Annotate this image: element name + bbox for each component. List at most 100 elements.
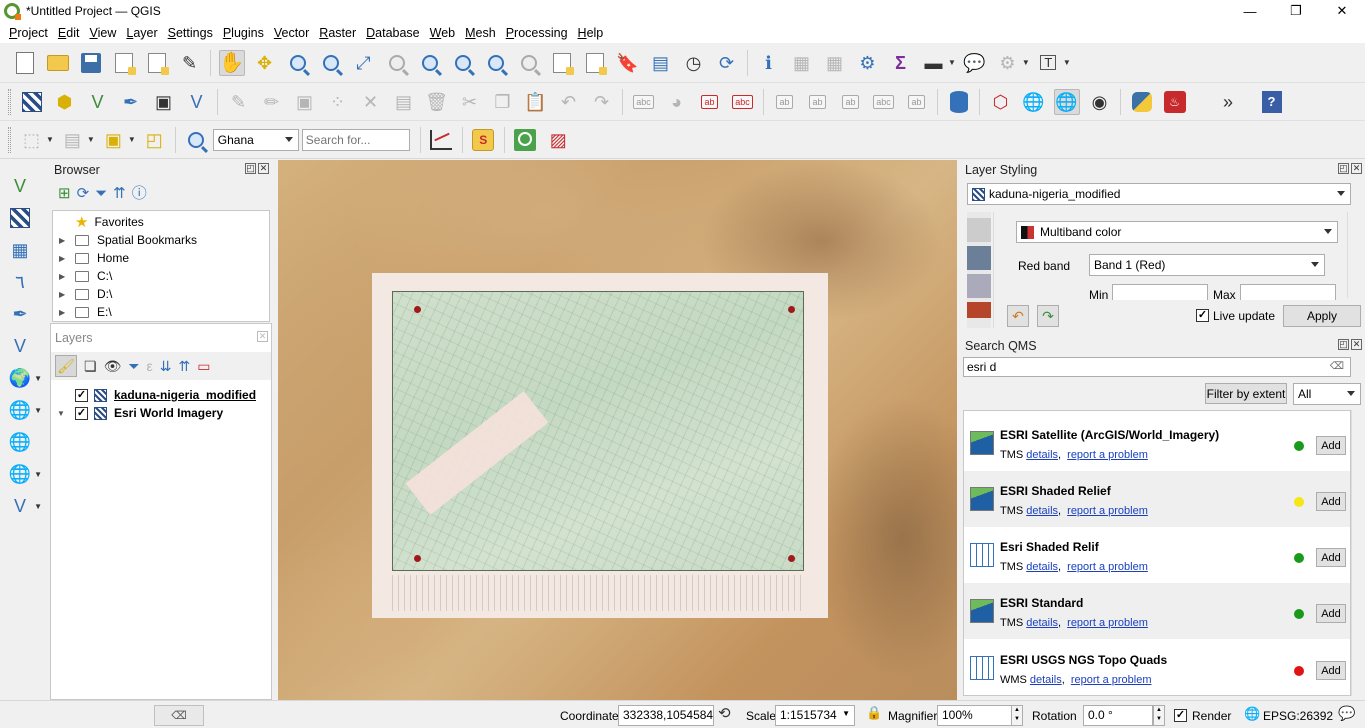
toggle-editing-button[interactable]: ✏ bbox=[259, 89, 285, 115]
clear-search-icon[interactable]: ⌫ bbox=[1330, 361, 1344, 372]
collapse-arrow-icon[interactable]: ▼ bbox=[57, 409, 75, 418]
menu-plugins[interactable]: Plugins bbox=[218, 26, 269, 40]
map-tips-button[interactable]: 💬 bbox=[961, 50, 987, 76]
details-link[interactable]: details bbox=[1026, 449, 1058, 461]
min-input[interactable] bbox=[1112, 284, 1208, 300]
layer-visibility-checkbox[interactable]: ✓ bbox=[75, 406, 88, 420]
open-project-button[interactable] bbox=[45, 50, 71, 76]
report-problem-link[interactable]: report a problem bbox=[1067, 561, 1148, 573]
qms-filter-select[interactable]: All bbox=[1293, 383, 1361, 405]
lock-icon[interactable]: 🔒 bbox=[866, 706, 882, 719]
expand-arrow-icon[interactable]: ▶ bbox=[59, 236, 71, 245]
select-location-button[interactable]: ◰ bbox=[141, 127, 167, 153]
label-layer-button[interactable]: ab bbox=[697, 89, 723, 115]
zoom-out-button[interactable] bbox=[318, 50, 344, 76]
add-raster-layer-button[interactable] bbox=[6, 204, 34, 232]
tab-symbology[interactable] bbox=[967, 218, 991, 242]
add-feature-button[interactable]: ⁘ bbox=[325, 89, 351, 115]
show-bookmarks-button[interactable]: ▤ bbox=[648, 50, 674, 76]
toolbar-grip[interactable] bbox=[8, 126, 11, 153]
save-project-button[interactable] bbox=[78, 50, 104, 76]
close-panel-button[interactable]: ✕ bbox=[257, 331, 268, 342]
save-edits-button[interactable]: ▣ bbox=[292, 89, 318, 115]
cut-features-button[interactable]: ✂ bbox=[457, 89, 483, 115]
eye-icon[interactable]: 👁 bbox=[104, 359, 122, 373]
pan-to-selection-button[interactable]: ✥ bbox=[252, 50, 278, 76]
redo-button[interactable]: ↷ bbox=[589, 89, 615, 115]
expand-arrow-icon[interactable]: ▶ bbox=[59, 308, 71, 317]
deselect-features-button[interactable]: ▣ bbox=[100, 127, 126, 153]
remove-layer-icon[interactable]: ▭ bbox=[197, 359, 210, 373]
refresh-button[interactable]: ⟳ bbox=[714, 50, 740, 76]
chevron-down-icon[interactable]: ▼ bbox=[46, 135, 54, 144]
select-features-button[interactable]: ⬚ bbox=[19, 127, 45, 153]
tab-histogram[interactable] bbox=[967, 274, 991, 298]
geocoder-search-button[interactable] bbox=[183, 127, 209, 153]
open-field-calculator-button[interactable]: ▦ bbox=[822, 50, 848, 76]
maximize-button[interactable]: ❐ bbox=[1273, 0, 1319, 22]
chevron-down-icon[interactable]: ▼ bbox=[34, 470, 42, 479]
browser-item-home[interactable]: ▶ Home bbox=[53, 249, 269, 267]
apply-button[interactable]: Apply bbox=[1283, 305, 1361, 327]
vertex-tool-button[interactable]: ✕ bbox=[358, 89, 384, 115]
show-hide-labels-button[interactable]: ab bbox=[805, 89, 831, 115]
qms-result-item[interactable]: ESRI Shaded Relief TMS details, report a … bbox=[964, 471, 1350, 527]
browser-item-e-drive[interactable]: ▶ E:\ bbox=[53, 303, 269, 321]
chevron-down-icon[interactable]: ▼ bbox=[1022, 58, 1030, 67]
menu-web[interactable]: Web bbox=[425, 26, 460, 40]
digitize-button[interactable]: ✒ bbox=[118, 89, 144, 115]
layout-manager-button[interactable] bbox=[144, 50, 170, 76]
db-manager-button[interactable] bbox=[946, 89, 972, 115]
zoom-full-button[interactable]: ⤢ bbox=[351, 50, 377, 76]
python-console-button[interactable] bbox=[1129, 89, 1155, 115]
menu-processing[interactable]: Processing bbox=[501, 26, 573, 40]
qms-result-item[interactable]: ESRI USGS NGS Topo Quads WMS details, rep… bbox=[964, 640, 1350, 695]
styling-scrollbar[interactable] bbox=[1347, 212, 1359, 298]
chevron-down-icon[interactable]: ▼ bbox=[34, 374, 42, 383]
modify-attributes-button[interactable]: ▤ bbox=[391, 89, 417, 115]
close-panel-button[interactable]: ✕ bbox=[1351, 339, 1362, 350]
add-service-button[interactable]: Add bbox=[1316, 492, 1346, 511]
new-bookmark-button[interactable]: 🔖 bbox=[615, 50, 641, 76]
toolbar-grip[interactable] bbox=[8, 88, 11, 115]
add-service-button[interactable]: Add bbox=[1316, 436, 1346, 455]
renderer-combo[interactable]: Multiband color bbox=[1016, 221, 1338, 243]
report-problem-link[interactable]: report a problem bbox=[1067, 449, 1148, 461]
qms-search-input[interactable]: esri d ⌫ bbox=[963, 357, 1351, 377]
report-problem-link[interactable]: report a problem bbox=[1067, 617, 1148, 629]
color-tool-button[interactable]: ▨ bbox=[545, 127, 571, 153]
menu-edit[interactable]: Edit bbox=[53, 26, 85, 40]
add-service-button[interactable]: Add bbox=[1316, 548, 1346, 567]
filter-legend-icon[interactable]: ⏷ bbox=[128, 359, 139, 373]
rotate-label-button[interactable]: abc bbox=[871, 89, 897, 115]
map-canvas[interactable] bbox=[278, 160, 957, 700]
chevron-down-icon[interactable]: ▼ bbox=[1063, 58, 1071, 67]
add-gps-layer-button[interactable]: ✒ bbox=[6, 300, 34, 328]
add-group-icon[interactable]: ❏ bbox=[84, 359, 97, 373]
add-delimited-text-button[interactable]: ٦ bbox=[6, 268, 34, 296]
expand-arrow-icon[interactable]: ▶ bbox=[59, 272, 71, 281]
add-wms-layer-button[interactable]: 🌍 ▼ bbox=[6, 364, 42, 392]
rotation-spinner[interactable]: ▲ ▼ bbox=[1153, 705, 1165, 726]
render-checkbox[interactable]: ✓ bbox=[1174, 709, 1187, 722]
search-qms-button[interactable]: 🌐 bbox=[1053, 88, 1080, 115]
max-input[interactable] bbox=[1240, 284, 1336, 300]
details-link[interactable]: details bbox=[1030, 674, 1062, 686]
magnifier-field[interactable]: 100% bbox=[937, 705, 1013, 726]
menu-database[interactable]: Database bbox=[361, 26, 425, 40]
new-shapefile-button[interactable]: V bbox=[85, 89, 111, 115]
copy-features-button[interactable]: ❐ bbox=[490, 89, 516, 115]
menu-mesh[interactable]: Mesh bbox=[460, 26, 501, 40]
diagram-tool-button[interactable]: ◕ bbox=[664, 89, 690, 115]
details-link[interactable]: details bbox=[1026, 505, 1058, 517]
chevron-down-icon[interactable]: ▼ bbox=[34, 502, 42, 511]
messages-clear-button[interactable]: ⌫ bbox=[154, 705, 204, 726]
float-panel-button[interactable]: ◰ bbox=[1338, 339, 1349, 350]
browser-item-d-drive[interactable]: ▶ D:\ bbox=[53, 285, 269, 303]
text-annotation-button[interactable]: T bbox=[1035, 50, 1061, 76]
report-problem-link[interactable]: report a problem bbox=[1071, 674, 1152, 686]
temporal-controller-button[interactable]: ◷ bbox=[681, 50, 707, 76]
red-band-combo[interactable]: Band 1 (Red) bbox=[1089, 254, 1325, 276]
qms-result-item[interactable]: ESRI Satellite (ArcGIS/World_Imagery) TM… bbox=[964, 415, 1350, 471]
qms-button[interactable]: 🌐 bbox=[1021, 89, 1047, 115]
